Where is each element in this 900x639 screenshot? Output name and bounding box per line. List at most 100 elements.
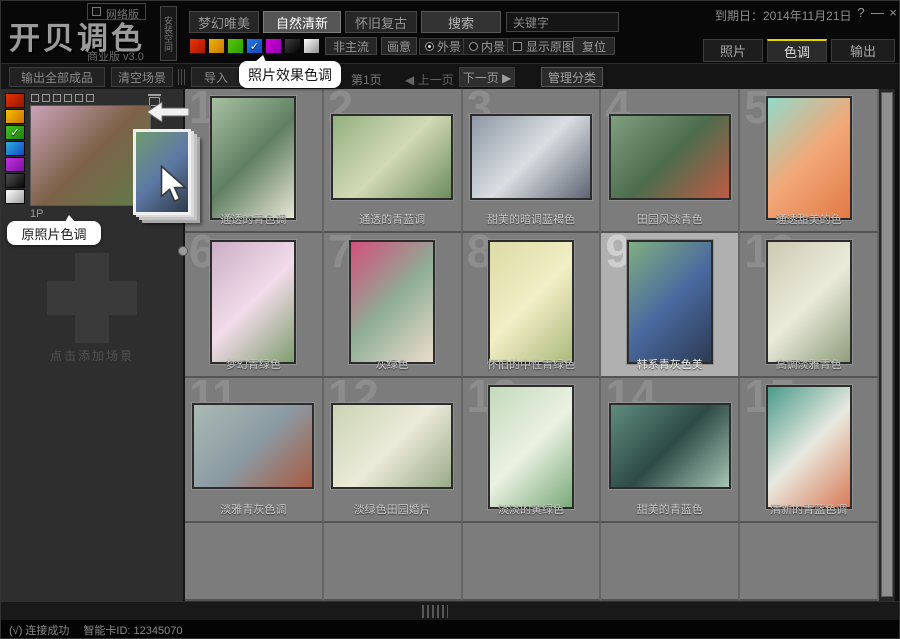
prev-page-button[interactable]: ◀ 上一页 (405, 71, 454, 88)
tab-colortone[interactable]: 色调 (767, 39, 827, 62)
effect-cell[interactable]: 4 田园风淡青色 (601, 89, 740, 233)
color-swatch[interactable] (5, 189, 25, 204)
color-swatch[interactable] (303, 38, 320, 54)
radio-unselected-icon (469, 42, 478, 51)
color-swatch[interactable]: ✓ (5, 125, 25, 140)
app-window: 开贝调色 网络版 商业版 v3.0 安装空间 梦幻唯美 自然清新 怀旧复古 搜索… (0, 0, 900, 639)
color-swatch[interactable] (5, 141, 25, 156)
effect-photo-thumbnail[interactable] (609, 403, 731, 489)
effect-photo-thumbnail[interactable] (609, 114, 731, 200)
network-version-toggle[interactable]: 网络版 (87, 3, 146, 20)
import-button[interactable]: 导入 (191, 67, 241, 87)
effect-photo-thumbnail[interactable] (331, 114, 453, 200)
photo-select-checkbox-row (31, 94, 94, 102)
effect-photo-thumbnail[interactable] (349, 240, 435, 364)
effect-photo-thumbnail[interactable] (470, 114, 592, 200)
reset-button[interactable]: 复位 (573, 37, 615, 55)
style-button-nonmainstream[interactable]: 非主流 (325, 37, 377, 55)
color-filter-row: ✓ (189, 38, 320, 54)
photo-select-checkbox[interactable] (75, 94, 83, 102)
effect-cell[interactable]: 8 怀旧的中性青绿色 (463, 233, 602, 378)
effect-photo-thumbnail[interactable] (766, 385, 852, 509)
close-button[interactable]: × (887, 5, 899, 20)
status-bar: (√) 连接成功 智能卡ID: 12345070 (1, 620, 900, 639)
style-button-natural[interactable]: 自然清新 (263, 11, 341, 33)
color-swatch[interactable] (5, 173, 25, 188)
radio-outdoor-label: 外景 (437, 38, 461, 55)
style-button-dreamy[interactable]: 梦幻唯美 (189, 11, 259, 33)
clear-scene-button[interactable]: 清空场景 (111, 67, 173, 87)
effect-photo-thumbnail[interactable] (331, 403, 453, 489)
effect-photo-thumbnail[interactable] (627, 240, 713, 364)
effect-cell[interactable]: 15 清新的青蓝色调 (740, 378, 879, 523)
photo-select-checkbox[interactable] (86, 94, 94, 102)
add-scene-label[interactable]: 点击添加场景 (1, 347, 183, 364)
color-swatch[interactable] (227, 38, 244, 54)
smartcard-id: 智能卡ID: 12345070 (83, 622, 182, 638)
color-swatch[interactable] (284, 38, 301, 54)
grid-empty-cell (185, 523, 324, 601)
effect-photo-thumbnail[interactable] (210, 240, 296, 364)
effect-cell[interactable]: 6 梦幻青绿色 (185, 233, 324, 378)
photo-select-checkbox[interactable] (64, 94, 72, 102)
color-swatch[interactable] (265, 38, 282, 54)
original-tone-tooltip: 原照片色调 (7, 221, 101, 245)
output-all-button[interactable]: 输出全部成品 (9, 67, 105, 87)
effect-caption: 清新的青蓝色调 (740, 501, 877, 517)
show-original-checkbox[interactable]: 显示原图 (507, 38, 580, 55)
panel-divider-knob[interactable] (178, 246, 188, 256)
effect-cell[interactable]: 2 通透的青蓝调 (324, 89, 463, 233)
next-page-button[interactable]: 下一页 ▶ (459, 67, 515, 87)
network-checkbox-icon[interactable] (92, 7, 101, 16)
style-button-retro[interactable]: 怀旧复古 (345, 11, 417, 33)
effect-caption: 怀旧的中性青绿色 (463, 356, 600, 372)
effect-photo-thumbnail[interactable] (192, 403, 314, 489)
tab-photos[interactable]: 照片 (703, 39, 763, 62)
connection-status: (√) 连接成功 (9, 622, 69, 638)
photo-select-checkbox[interactable] (53, 94, 61, 102)
effect-cell[interactable]: 12 淡绿色田园婚片 (324, 378, 463, 523)
effect-photo-thumbnail[interactable] (210, 96, 296, 220)
effect-caption: 灰绿色 (324, 356, 461, 372)
grid-scrollbar[interactable] (879, 89, 895, 601)
effect-cell[interactable]: 9 韩系青灰色美 (601, 233, 740, 378)
effect-photo-thumbnail[interactable] (488, 240, 574, 364)
manage-categories-button[interactable]: 管理分类 (541, 67, 603, 87)
keyword-input[interactable] (506, 12, 619, 32)
radio-outdoor[interactable]: 外景 (419, 38, 467, 55)
effect-photo-thumbnail[interactable] (488, 385, 574, 509)
color-swatch[interactable] (5, 93, 25, 108)
effect-cell[interactable]: 11 淡雅青灰色调 (185, 378, 324, 523)
radio-selected-icon (425, 42, 434, 51)
resize-grip[interactable] (422, 605, 448, 618)
color-swatch[interactable]: ✓ (246, 38, 263, 54)
color-swatch[interactable] (5, 109, 25, 124)
photo-select-checkbox[interactable] (42, 94, 50, 102)
install-space-tab[interactable]: 安装空间 (160, 6, 177, 61)
mouse-cursor-icon (159, 165, 189, 205)
effect-cell[interactable]: 14 甜美的青蓝色 (601, 378, 740, 523)
style-button-painterly[interactable]: 画意 (381, 37, 417, 55)
minimize-button[interactable]: — (871, 5, 883, 20)
effect-caption: 甜美的暗调蓝褐色 (463, 211, 600, 227)
effect-cell[interactable]: 7 灰绿色 (324, 233, 463, 378)
tab-output[interactable]: 输出 (831, 39, 895, 62)
color-swatch[interactable] (208, 38, 225, 54)
help-button[interactable]: ? (855, 5, 867, 20)
radio-indoor[interactable]: 内景 (463, 38, 511, 55)
add-scene-plus-icon[interactable] (47, 281, 137, 315)
effect-cell[interactable]: 1 通透的青色调 (185, 89, 324, 233)
effect-cell[interactable]: 10 高调淡雅青色 (740, 233, 879, 378)
effect-photo-thumbnail[interactable] (766, 96, 852, 220)
effect-cell[interactable]: 13 淡淡的黄绿色 (463, 378, 602, 523)
color-swatch[interactable] (189, 38, 206, 54)
photo-select-checkbox[interactable] (31, 94, 39, 102)
effect-cell[interactable]: 3 甜美的暗调蓝褐色 (463, 89, 602, 233)
grid-empty-cell (740, 523, 879, 601)
effect-cell[interactable]: 5 通透甜美的色 (740, 89, 879, 233)
bottom-edge (1, 601, 900, 620)
color-swatch[interactable] (5, 157, 25, 172)
effect-photo-thumbnail[interactable] (766, 240, 852, 364)
scrollbar-thumb[interactable] (881, 92, 893, 597)
search-button[interactable]: 搜索 (421, 11, 501, 33)
